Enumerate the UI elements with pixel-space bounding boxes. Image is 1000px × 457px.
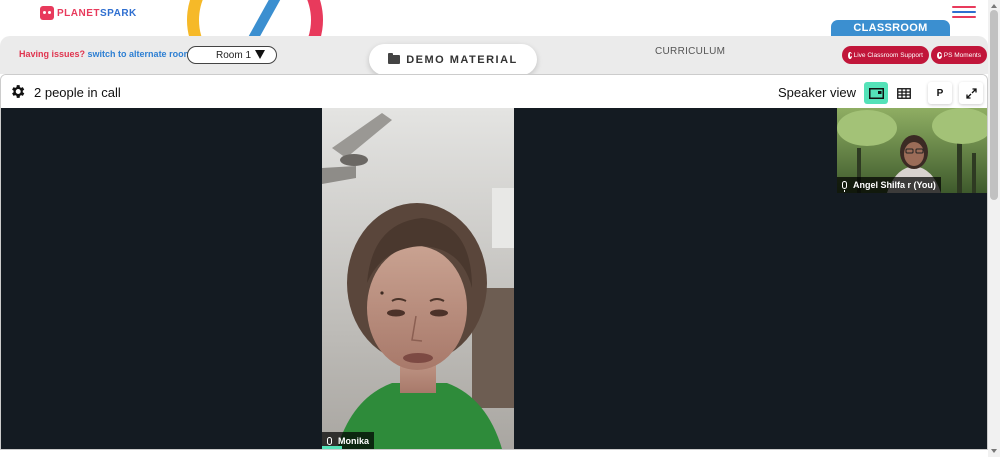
gear-icon[interactable] bbox=[9, 83, 26, 100]
p-button[interactable]: P bbox=[928, 82, 952, 104]
participant-video-main: Monika bbox=[322, 108, 514, 449]
play-circle-icon bbox=[848, 51, 853, 59]
demo-material-button[interactable]: DEMO MATERIAL bbox=[369, 44, 537, 75]
ps-moments-label: PS Moments bbox=[943, 51, 981, 59]
curriculum-tab[interactable]: CURRICULUM bbox=[655, 46, 725, 57]
switch-room-link[interactable]: switch to alternate room bbox=[88, 49, 192, 59]
self-participant-name: Angel Shilfa r (You) bbox=[853, 180, 936, 190]
speaker-layout-icon bbox=[868, 87, 884, 99]
microphone-icon bbox=[842, 181, 847, 192]
top-header: PLANETSPARK CLASSROOM bbox=[0, 0, 1000, 88]
classroom-page: PLANETSPARK CLASSROOM Having issues? swi… bbox=[0, 0, 1000, 457]
scrollbar-thumb[interactable] bbox=[990, 10, 998, 200]
room-select[interactable]: Room 1 bbox=[187, 46, 277, 64]
view-mode-label: Speaker view bbox=[778, 85, 857, 100]
logo-text: PLANETSPARK bbox=[57, 8, 137, 19]
speaker-view-button[interactable] bbox=[864, 82, 888, 104]
caret-down-icon bbox=[255, 50, 265, 59]
room-toolbar: Having issues? switch to alternate room … bbox=[0, 36, 988, 75]
grid-layout-icon bbox=[897, 87, 911, 99]
page-scrollbar[interactable] bbox=[988, 0, 1000, 457]
people-in-call-count: 2 people in call bbox=[34, 85, 121, 100]
expand-icon bbox=[965, 87, 977, 99]
live-classroom-support-button[interactable]: Live Classroom Support bbox=[842, 46, 929, 64]
microphone-icon bbox=[327, 436, 332, 448]
room-select-value: Room 1 bbox=[216, 49, 252, 61]
participant-video-frame bbox=[322, 108, 514, 449]
grid-view-button[interactable] bbox=[892, 82, 916, 104]
issue-text: Having issues? bbox=[19, 49, 86, 59]
participant-name-tag: Monika bbox=[322, 432, 375, 449]
classroom-tab[interactable]: CLASSROOM bbox=[831, 20, 950, 37]
participant-video-self: Angel Shilfa r (You) bbox=[837, 108, 987, 193]
participant-name: Monika bbox=[338, 435, 370, 446]
logo-text-spark: SPARK bbox=[100, 7, 137, 19]
video-stage: Monika Angel Shilfa r (You) bbox=[1, 108, 987, 449]
scroll-down-arrow-icon[interactable] bbox=[991, 449, 997, 453]
play-circle-icon bbox=[937, 51, 942, 59]
demo-material-label: DEMO MATERIAL bbox=[406, 53, 518, 66]
logo-robot-icon bbox=[40, 6, 54, 20]
live-support-label: Live Classroom Support bbox=[853, 51, 923, 59]
issue-notice: Having issues? switch to alternate room bbox=[19, 49, 192, 59]
logo-text-planet: PLANET bbox=[57, 7, 100, 19]
folder-icon bbox=[388, 53, 401, 64]
self-name-tag: Angel Shilfa r (You) bbox=[837, 177, 941, 193]
scroll-up-arrow-icon[interactable] bbox=[991, 4, 997, 8]
speaking-indicator bbox=[322, 446, 342, 449]
hamburger-icon[interactable] bbox=[952, 6, 976, 21]
call-header: 2 people in call Speaker view P bbox=[1, 75, 987, 108]
ps-moments-button[interactable]: PS Moments bbox=[931, 46, 987, 64]
video-call-panel: 2 people in call Speaker view P Monika A… bbox=[0, 74, 988, 450]
planetspark-logo[interactable]: PLANETSPARK bbox=[40, 6, 137, 20]
fullscreen-button[interactable] bbox=[959, 82, 983, 104]
